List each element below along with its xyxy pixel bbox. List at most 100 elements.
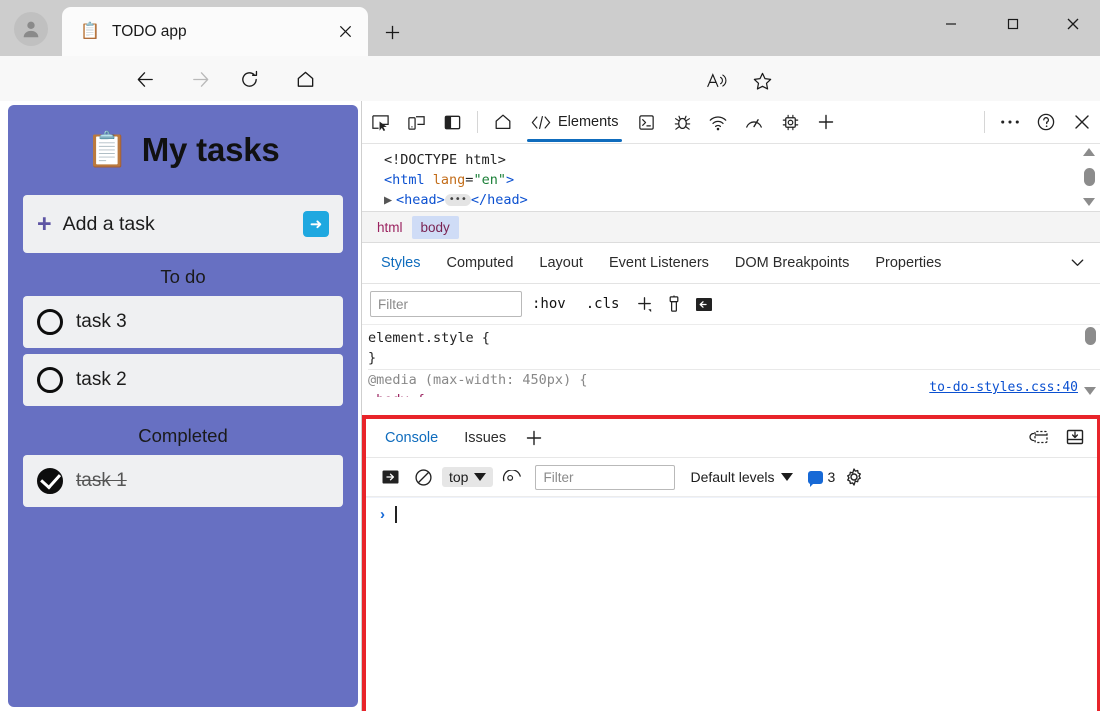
- console-filter-input[interactable]: Filter: [535, 464, 676, 490]
- home-button[interactable]: [287, 61, 323, 97]
- restore-drawer-icon[interactable]: [1025, 424, 1053, 450]
- dock-side-icon[interactable]: [434, 107, 470, 137]
- task-checkbox[interactable]: [37, 309, 63, 335]
- task-checkbox[interactable]: [37, 468, 63, 494]
- read-aloud-button[interactable]: [700, 65, 732, 97]
- execution-context-selector[interactable]: top: [442, 467, 494, 487]
- tab-close-button[interactable]: [328, 15, 362, 49]
- window-minimize-button[interactable]: [928, 0, 974, 48]
- scroll-up-icon[interactable]: [1083, 148, 1095, 156]
- console-icon[interactable]: [628, 107, 664, 137]
- dom-line-doctype[interactable]: <!DOCTYPE html>: [384, 150, 1100, 170]
- window-maximize-button[interactable]: [990, 0, 1036, 48]
- console-sidebar-icon[interactable]: [376, 464, 404, 490]
- expand-caret-icon[interactable]: ▶: [384, 190, 396, 210]
- devtools-panel: Elements <!DOCTYPE html> <html lang="en"…: [361, 101, 1100, 711]
- page-viewport: 📋 My tasks + Add a task ➜ To do task 3 t…: [0, 101, 361, 711]
- device-toolbar-icon[interactable]: [398, 107, 434, 137]
- tab-styles[interactable]: Styles: [368, 248, 434, 278]
- hover-state-button[interactable]: :hov: [522, 296, 576, 312]
- task-label: task 2: [76, 369, 127, 390]
- performance-icon[interactable]: [736, 107, 772, 137]
- css-close-brace: }: [368, 350, 377, 366]
- new-tab-button[interactable]: [376, 16, 408, 48]
- task-checkbox[interactable]: [37, 367, 63, 393]
- tab-dom-breakpoints[interactable]: DOM Breakpoints: [722, 248, 862, 278]
- add-task-row[interactable]: + Add a task ➜: [23, 195, 343, 253]
- sidebar-toggle-icon[interactable]: [689, 291, 719, 317]
- tab-elements[interactable]: Elements: [521, 102, 629, 142]
- add-task-submit-button[interactable]: ➜: [303, 211, 329, 237]
- add-panel-icon[interactable]: [808, 107, 844, 137]
- dom-scrollbar[interactable]: [1082, 148, 1096, 206]
- todo-app: 📋 My tasks + Add a task ➜ To do task 3 t…: [8, 105, 358, 707]
- css-rules-pane[interactable]: element.style { } @media (max-width: 450…: [362, 325, 1100, 397]
- task-item[interactable]: task 2: [23, 354, 343, 406]
- close-icon: [1067, 18, 1079, 30]
- css-source-link[interactable]: to-do-styles.css:40: [929, 380, 1078, 395]
- breadcrumb-item-body[interactable]: body: [411, 215, 459, 239]
- more-tabs-chevron-down-icon[interactable]: [1069, 254, 1086, 276]
- scrollbar-thumb[interactable]: [1083, 168, 1095, 186]
- add-drawer-tab-icon[interactable]: [519, 424, 549, 452]
- inspect-element-icon[interactable]: [362, 107, 398, 137]
- back-button[interactable]: [127, 61, 163, 97]
- log-levels-label: Default levels: [690, 469, 775, 485]
- scrollbar-thumb[interactable]: [1084, 327, 1096, 345]
- devtools-close-icon[interactable]: [1064, 107, 1100, 137]
- network-icon[interactable]: [700, 107, 736, 137]
- sources-bug-icon[interactable]: [664, 107, 700, 137]
- scroll-down-icon[interactable]: [1084, 387, 1096, 395]
- task-item[interactable]: task 3: [23, 296, 343, 348]
- log-levels-selector[interactable]: Default levels: [690, 469, 793, 485]
- element-classes-button[interactable]: .cls: [576, 296, 630, 312]
- paintbrush-icon[interactable]: [659, 291, 689, 317]
- dom-tree[interactable]: <!DOCTYPE html> <html lang="en"> ▶ <head>…: [362, 144, 1100, 211]
- person-icon: [23, 21, 39, 38]
- application-chip-icon[interactable]: [772, 107, 808, 137]
- chevron-down-icon: [780, 473, 793, 481]
- task-item[interactable]: task 1: [23, 455, 343, 507]
- navigation-bar: https://microsoftedge.github.io/Demos/de…: [0, 56, 1100, 154]
- breadcrumb-item-html[interactable]: html: [368, 216, 412, 239]
- css-selector-text: body {: [376, 392, 425, 397]
- dock-bottom-icon[interactable]: [1061, 424, 1089, 450]
- styles-filter-input[interactable]: Filter: [370, 291, 522, 317]
- clear-console-icon[interactable]: [409, 464, 437, 490]
- styles-toolbar: Filter :hov .cls: [362, 284, 1100, 325]
- profile-avatar[interactable]: [14, 12, 48, 46]
- favorite-button[interactable]: [746, 65, 778, 97]
- message-bubble-icon: [807, 470, 823, 487]
- console-prompt[interactable]: ›: [366, 497, 1097, 530]
- dom-line-html[interactable]: <html lang="en">: [384, 170, 1100, 190]
- reload-button[interactable]: [231, 61, 267, 97]
- tab-properties[interactable]: Properties: [862, 248, 954, 278]
- live-expression-icon[interactable]: [498, 464, 526, 490]
- app-title: 📋 My tasks: [23, 105, 343, 195]
- console-settings-gear-icon[interactable]: [840, 464, 868, 490]
- tab-issues[interactable]: Issues: [451, 424, 519, 452]
- css-scrollbar[interactable]: [1083, 325, 1097, 397]
- scroll-down-icon[interactable]: [1083, 198, 1095, 206]
- forward-button[interactable]: [182, 61, 218, 97]
- tab-event-listeners[interactable]: Event Listeners: [596, 248, 722, 278]
- tab-computed[interactable]: Computed: [434, 248, 527, 278]
- collapsed-children-icon[interactable]: •••: [444, 194, 471, 206]
- tab-console[interactable]: Console: [372, 424, 452, 452]
- browser-tab[interactable]: 📋 TODO app: [62, 7, 368, 56]
- window-close-button[interactable]: [1050, 0, 1096, 48]
- devtools-more-icon[interactable]: [992, 107, 1028, 137]
- devtools-home-icon[interactable]: [485, 107, 521, 137]
- execution-context-label: top: [449, 469, 469, 485]
- tab-layout[interactable]: Layout: [526, 248, 596, 278]
- dom-line-head[interactable]: ▶ <head> ••• </head>: [384, 190, 1100, 210]
- css-rule-element-style[interactable]: element.style {: [368, 328, 1100, 348]
- new-style-rule-icon[interactable]: [629, 291, 659, 317]
- message-count[interactable]: 3: [807, 469, 835, 487]
- styles-sidebar-tabs: Styles Computed Layout Event Listeners D…: [362, 243, 1100, 284]
- help-icon[interactable]: [1028, 107, 1064, 137]
- clipboard-icon: 📋: [86, 131, 129, 169]
- dom-line-body[interactable]: ▼<body> == $0: [384, 210, 1100, 211]
- add-task-input[interactable]: Add a task: [63, 213, 303, 236]
- devtools-toolbar: Elements: [362, 101, 1100, 144]
